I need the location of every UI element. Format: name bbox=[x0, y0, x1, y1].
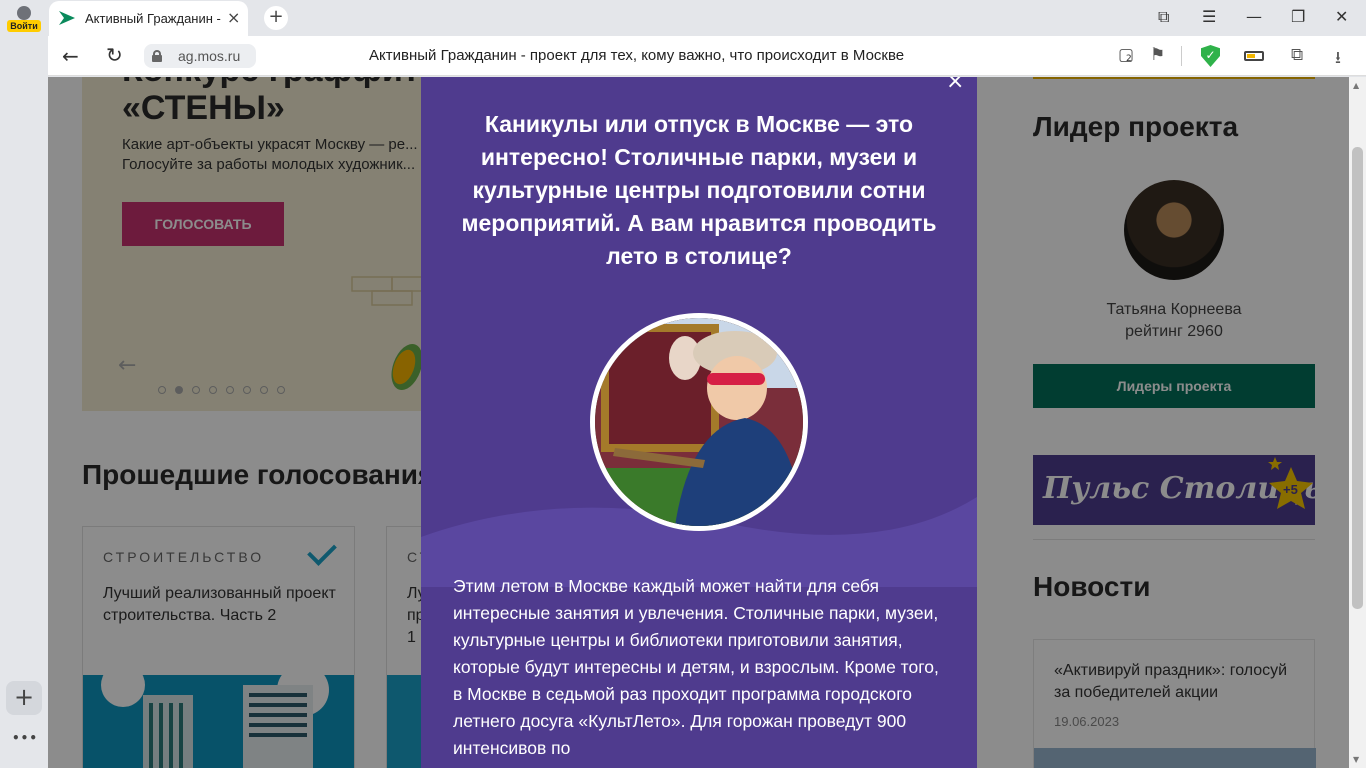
browser-sidebar: Войти + ••• bbox=[0, 0, 48, 768]
scroll-down-icon[interactable]: ▼ bbox=[1353, 755, 1359, 764]
url-text: ag.mos.ru bbox=[178, 48, 241, 64]
close-icon[interactable]: ✕ bbox=[1335, 7, 1348, 26]
extensions-icon[interactable]: ⧉ bbox=[1291, 45, 1303, 65]
tab-active[interactable]: Активный Гражданин - проект для тех, ком… bbox=[49, 1, 248, 36]
page-scrollbar[interactable]: ▲ ▼ bbox=[1349, 77, 1366, 768]
page-title: Активный Гражданин - проект для тех, ком… bbox=[369, 47, 905, 64]
tab-close-icon[interactable]: × bbox=[227, 8, 240, 27]
url-field[interactable]: ag.mos.ru bbox=[144, 44, 256, 68]
user-icon bbox=[17, 6, 31, 20]
address-bar: ← ↻ ag.mos.ru Активный Гражданин - проек… bbox=[48, 36, 1366, 76]
restore-icon[interactable]: ❐ bbox=[1291, 7, 1305, 26]
site-favicon-icon bbox=[59, 11, 75, 25]
modal-body-text: Этим летом в Москве каждый может найти д… bbox=[453, 576, 939, 758]
modal-heading: Каникулы или отпуск в Москве — это интер… bbox=[461, 111, 937, 269]
tab-title: Активный Гражданин - проект для тех, ком… bbox=[85, 11, 225, 26]
scroll-up-icon[interactable]: ▲ bbox=[1353, 81, 1359, 90]
download-icon[interactable]: ⭳ bbox=[1335, 45, 1341, 74]
new-tab-button[interactable]: + bbox=[264, 6, 288, 30]
page-viewport: Конкурс граффити «СТЕНЫ» Какие арт-объек… bbox=[48, 77, 1349, 768]
shield-icon[interactable]: ✓ bbox=[1201, 45, 1220, 67]
modal-close-icon[interactable]: × bbox=[946, 77, 964, 94]
login-button[interactable]: Войти bbox=[6, 4, 42, 34]
lock-icon[interactable] bbox=[152, 50, 162, 62]
add-panel-button[interactable]: + bbox=[6, 681, 42, 715]
bookmark-icon[interactable]: ⚑ bbox=[1150, 45, 1165, 65]
modal-photo bbox=[590, 313, 808, 531]
battery-icon[interactable] bbox=[1244, 51, 1264, 61]
tab-bar: Активный Гражданин - проект для тех, ком… bbox=[48, 0, 1366, 36]
tabs-count: 2 bbox=[1126, 54, 1132, 64]
poll-modal: × Каникулы или отпуск в Москве — это инт… bbox=[421, 77, 977, 768]
reload-icon[interactable]: ↻ bbox=[106, 43, 123, 67]
scrollbar-thumb[interactable] bbox=[1352, 147, 1363, 609]
arrow-left-icon[interactable]: ← bbox=[62, 44, 79, 68]
bookmarks-panel-icon[interactable]: ⧉ bbox=[1158, 7, 1169, 27]
login-label: Войти bbox=[7, 20, 41, 32]
more-icon[interactable]: ••• bbox=[12, 731, 38, 745]
toolbar-divider bbox=[1181, 46, 1182, 66]
minimize-icon[interactable]: — bbox=[1246, 7, 1262, 26]
hamburger-icon[interactable]: ☰ bbox=[1202, 7, 1216, 26]
